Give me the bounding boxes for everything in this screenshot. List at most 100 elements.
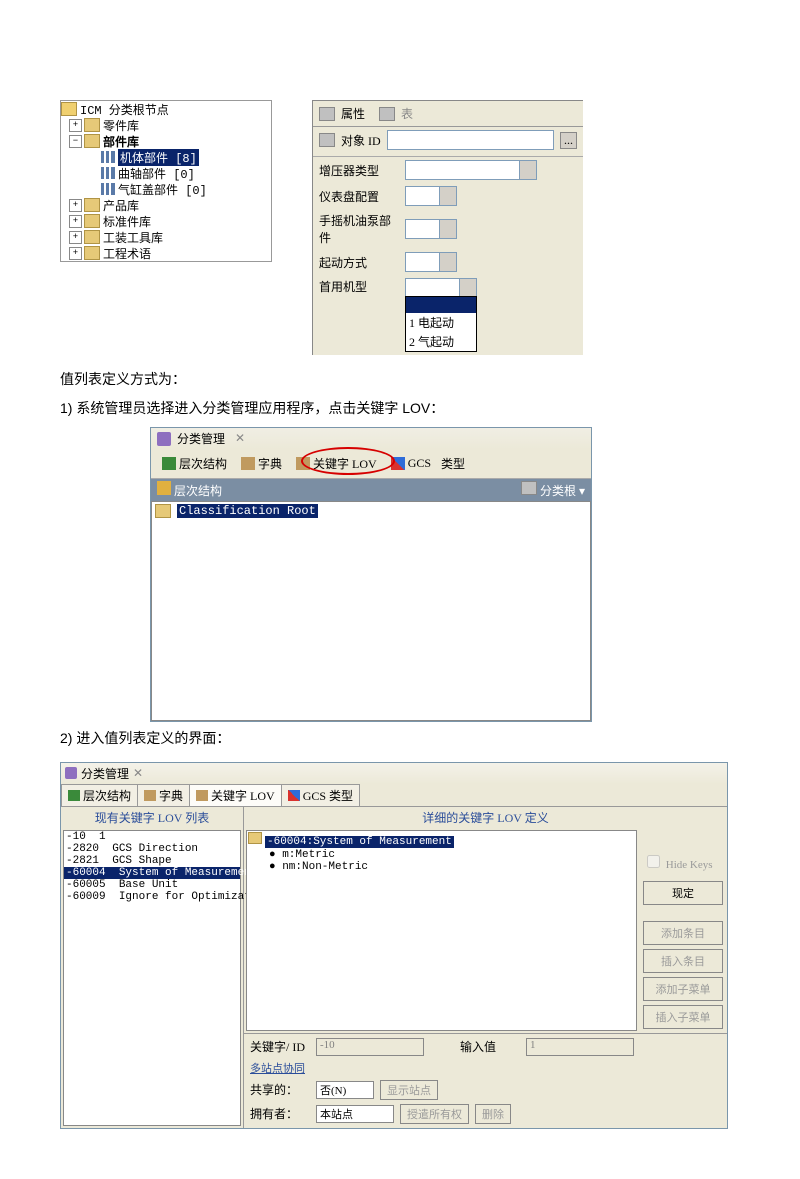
- tree-item[interactable]: +标准件库: [61, 213, 271, 229]
- expand-icon[interactable]: +: [69, 247, 82, 260]
- tab-attributes[interactable]: 属性: [341, 105, 365, 122]
- delete-button[interactable]: 删除: [475, 1104, 511, 1124]
- add-submenu-button[interactable]: 添加子菜单: [643, 977, 723, 1001]
- object-id-input[interactable]: [387, 130, 554, 150]
- hide-keys-checkbox[interactable]: Hide Keys: [643, 852, 723, 871]
- close-icon[interactable]: ✕: [235, 431, 245, 446]
- properties-panel: 属性 表 对象 ID ... 增压器类型 仪表盘配置 手摇机油泵部件 起动方式 …: [312, 100, 583, 355]
- dropdown[interactable]: [405, 160, 537, 180]
- sub-header: 层次结构 分类根 ▾: [151, 479, 591, 501]
- window-title: 分类管理: [177, 430, 225, 447]
- dropdown-option[interactable]: 2 气起动: [406, 332, 476, 351]
- tab-keyword-lov[interactable]: 关键字 LOV: [289, 452, 384, 475]
- tab-gcs[interactable]: GCS: [384, 453, 438, 474]
- tree-item[interactable]: +零件库: [61, 117, 271, 133]
- tab-gcs-type[interactable]: GCS 类型: [281, 784, 360, 806]
- owner-value: 本站点: [316, 1105, 394, 1123]
- insert-entry-button[interactable]: 插入条目: [643, 949, 723, 973]
- tree-area[interactable]: Classification Root: [151, 501, 591, 721]
- grant-button[interactable]: 授遣所有权: [400, 1104, 469, 1124]
- figure-2: 分类管理 ✕ 层次结构 字典 关键字 LOV GCS 类型 层次结构 分类根 ▾…: [150, 427, 592, 722]
- expand-icon[interactable]: +: [69, 199, 82, 212]
- tab-table[interactable]: 表: [401, 105, 413, 122]
- tree-child[interactable]: ● m:Metric: [247, 849, 636, 861]
- list-item[interactable]: -60009 Ignore for Optimization: [64, 891, 240, 903]
- lov-detail-panel: 详细的关键字 LOV 定义 -60004:System of Measureme…: [244, 807, 727, 1128]
- close-icon[interactable]: ✕: [133, 766, 143, 781]
- collapse-icon[interactable]: −: [69, 135, 82, 148]
- show-site-button[interactable]: 显示站点: [380, 1080, 438, 1100]
- dropdown[interactable]: [405, 252, 457, 272]
- list-item[interactable]: -2820 GCS Direction: [64, 843, 240, 855]
- shared-label: 共享的：: [250, 1081, 310, 1098]
- folder-icon: [84, 230, 100, 244]
- key-icon: [196, 790, 208, 801]
- expand-icon[interactable]: +: [69, 119, 82, 132]
- tree-item[interactable]: −部件库: [61, 133, 271, 149]
- tab-hierarchy[interactable]: 层次结构: [155, 452, 234, 475]
- tab-hierarchy[interactable]: 层次结构: [61, 784, 138, 806]
- confirm-button[interactable]: 现定: [643, 881, 723, 905]
- folder-icon: [84, 214, 100, 228]
- list-item[interactable]: -60005 Base Unit: [64, 879, 240, 891]
- tab-dictionary[interactable]: 字典: [234, 452, 289, 475]
- expand-icon[interactable]: +: [69, 231, 82, 244]
- tree-subitem[interactable]: 机体部件 [8]: [61, 149, 271, 165]
- label-icon: [319, 133, 335, 147]
- prop-label: 增压器类型: [319, 162, 399, 179]
- tree-item[interactable]: +工装工具库: [61, 229, 271, 245]
- folder-icon: [248, 832, 262, 844]
- folder-icon: [84, 246, 100, 260]
- multisite-link[interactable]: 多站点协同: [250, 1060, 305, 1076]
- gcs-icon: [288, 790, 300, 801]
- tab-icon: [379, 107, 395, 121]
- tab-dictionary[interactable]: 字典: [137, 784, 190, 806]
- tab-keyword-lov[interactable]: 关键字 LOV: [189, 784, 282, 806]
- panel-title: 详细的关键字 LOV 定义: [244, 807, 727, 828]
- figure-1: ICM 分类根节点 +零件库 −部件库 机体部件 [8] 曲轴部件 [0] 气缸…: [60, 100, 740, 355]
- prop-label: 起动方式: [319, 254, 399, 271]
- tree-root[interactable]: ICM 分类根节点: [61, 101, 271, 117]
- folder-icon: [155, 504, 171, 518]
- root-icon: [521, 481, 537, 495]
- dropdown[interactable]: [405, 219, 457, 239]
- tree-subitem[interactable]: 曲轴部件 [0]: [61, 165, 271, 181]
- input-value-label: 输入值: [460, 1038, 520, 1055]
- tab-type[interactable]: 类型: [438, 452, 472, 475]
- prop-label: 手摇机油泵部件: [319, 212, 399, 246]
- browse-button[interactable]: ...: [560, 132, 577, 149]
- lov-listbox[interactable]: -10 1 -2820 GCS Direction -2821 GCS Shap…: [63, 830, 241, 1126]
- add-entry-button[interactable]: 添加条目: [643, 921, 723, 945]
- list-item: 2) 进入值列表定义的界面：: [60, 726, 740, 751]
- tree-icon: [68, 790, 80, 801]
- dropdown-open[interactable]: 1 电起动 2 气起动: [405, 278, 477, 352]
- tree-subitem[interactable]: 气缸盖部件 [0]: [61, 181, 271, 197]
- tab-icon: [319, 107, 335, 121]
- tree-item[interactable]: +产品库: [61, 197, 271, 213]
- tree-root[interactable]: -60004:System of Measurement: [247, 831, 636, 849]
- tab-bar: 层次结构 字典 关键字 LOV GCS 类型: [61, 784, 727, 807]
- list-item: 1) 系统管理员选择进入分类管理应用程序，点击关键字 LOV：: [60, 396, 740, 421]
- window-titlebar: 分类管理✕: [61, 763, 727, 784]
- expand-icon[interactable]: +: [69, 215, 82, 228]
- key-icon: [296, 457, 310, 470]
- tree-icon: [162, 457, 176, 470]
- keyword-id-input[interactable]: -10: [316, 1038, 424, 1056]
- dropdown-option[interactable]: 1 电起动: [406, 313, 476, 332]
- insert-submenu-button[interactable]: 插入子菜单: [643, 1005, 723, 1029]
- input-value-input[interactable]: 1: [526, 1038, 634, 1056]
- tree-item[interactable]: +工程术语: [61, 245, 271, 261]
- list-item[interactable]: -2821 GCS Shape: [64, 855, 240, 867]
- list-item[interactable]: -10 1: [64, 831, 240, 843]
- dropdown[interactable]: [405, 186, 457, 206]
- folder-icon: [84, 198, 100, 212]
- classification-root[interactable]: Classification Root: [177, 504, 318, 518]
- lov-list-panel: 现有关键字 LOV 列表 -10 1 -2820 GCS Direction -…: [61, 807, 244, 1128]
- list-item-selected[interactable]: -60004 System of Measurement: [64, 867, 240, 879]
- paragraph: 值列表定义方式为：: [60, 367, 740, 392]
- tree-child[interactable]: ● nm:Non-Metric: [247, 861, 636, 873]
- owner-label: 拥有者：: [250, 1105, 310, 1122]
- properties-tabs: 属性 表: [313, 101, 583, 127]
- detail-tree[interactable]: -60004:System of Measurement ● m:Metric …: [246, 830, 637, 1031]
- folder-icon: [84, 118, 100, 132]
